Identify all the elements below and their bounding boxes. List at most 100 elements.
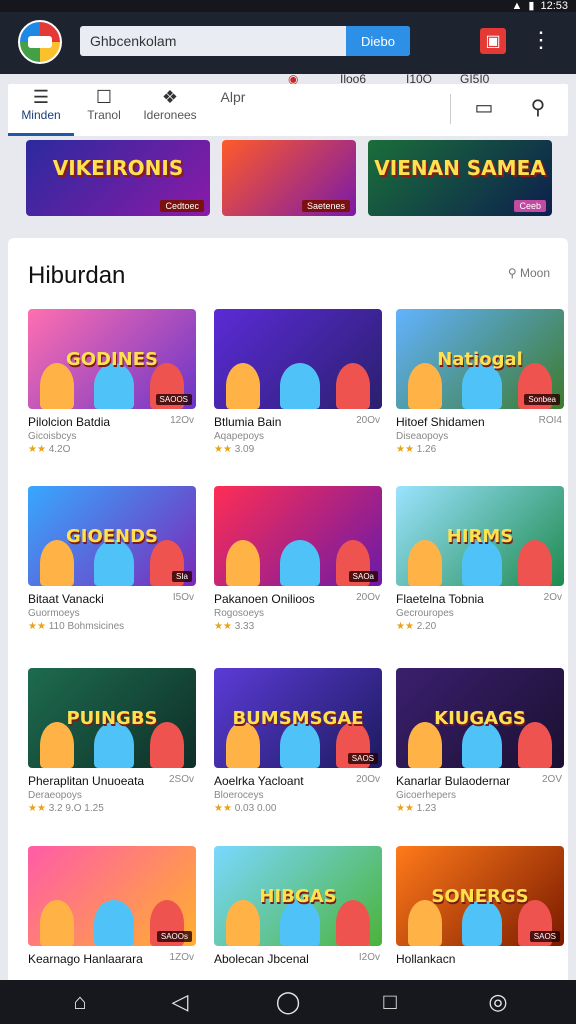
game-item[interactable]: SAOOsKearnago Hanlaarara1ZOv★★ [28,846,196,968]
thumb-tag: SAOa [348,571,378,582]
rating-value: 1.26 [416,444,437,455]
game-rating: ★★ 110 Bohmsicines [28,621,196,632]
tablet-icon[interactable]: ▭ [472,96,496,120]
game-category: Guormoeys [28,608,80,619]
game-thumbnail[interactable]: GODINES SAOOS [28,309,196,409]
game-thumbnail[interactable]: SAOa [214,486,382,586]
banner[interactable]: VIKEIRONIS Cedtoec [26,140,210,216]
game-rating: ★★ 0.03 0.00 [214,803,382,814]
game-size: 1ZOv [169,952,194,963]
game-item[interactable]: SAOa Pakanoen Onilioos 20Ov Rogosoeys ★★ 3.3… [214,486,382,632]
banner-tag: Saetenes [301,200,350,212]
star-icon: ★★ [396,803,414,814]
divider [450,94,451,124]
rating-value: 2.20 [416,621,437,632]
status-time: 12:53 [540,0,568,12]
game-rating: ★★ 1.26 [396,444,564,455]
game-thumbnail[interactable]: SONERGS SAOS [396,846,564,946]
tab-ideronees[interactable]: ❖ Ideronees [138,84,202,136]
game-thumbnail[interactable] [214,309,382,409]
search-icon[interactable]: ⚲ [526,96,550,120]
game-size: 12Ov [170,415,194,426]
rating-value: 3.33 [234,621,255,632]
game-size: 20Ov [356,592,380,603]
star-icon: ★★ [396,444,414,455]
tab-alpr[interactable]: Alpr [208,84,258,136]
thumb-title: PUINGBS [66,708,158,729]
game-category: Gecrouropes [396,608,454,619]
game-thumbnail[interactable]: HIRMS [396,486,564,586]
rating-value: 4.2O [48,444,71,455]
game-item[interactable]: Btlumia Bain 20Ov Aqapepoys ★★ 3.09 [214,309,382,455]
game-item[interactable]: HIBGASAbolecan JbcenalI2Ov★★ [214,846,382,968]
game-category: Rogosoeys [214,608,265,619]
game-thumbnail[interactable]: PUINGBS [28,668,196,768]
assistant-icon[interactable]: ◎ [484,988,512,1016]
game-thumbnail[interactable]: Natiogal Sonbea [396,309,564,409]
game-item[interactable]: GODINES SAOOS Pilolcion Batdia 12Ov Gicoisbc… [28,309,196,455]
tab-label: Alpr [220,89,246,105]
rating-value: 3.2 9.O 1.25 [48,803,104,814]
character [40,900,74,946]
game-item[interactable]: Natiogal Sonbea Hitoef Shidamen ROI4 Diseaop… [396,309,564,455]
game-category: Bloeroceys [214,790,264,801]
game-category: Gicoisbcys [28,431,77,442]
rating-value: 3.09 [234,444,255,455]
game-thumbnail[interactable]: KIUGAGS [396,668,564,768]
search-icon: ⚲ [507,266,520,280]
thumb-tag: Sonbea [524,394,560,405]
game-item[interactable]: BUMSMSGAE SAOS Aoelrka Yacloant 20Ov Bloeroc… [214,668,382,814]
thumb-tag: SAOS [529,931,560,942]
game-size: 2SOv [168,774,194,785]
cast-icon: ▣ [485,33,501,50]
battery-icon: ▮ [528,0,535,12]
game-rating: ★★ 3.2 9.O 1.25 [28,803,196,814]
game-category: Gicoerhepers [396,790,457,801]
game-item[interactable]: PUINGBS Pheraplitan Unuoeata 2SOv Deraeopoy… [28,668,196,814]
recents-icon[interactable]: □ [376,988,404,1016]
banner-strip: VIKEIRONIS Cedtoec Saetenes VIENAN SAMEA… [0,140,576,216]
star-icon: ★★ [28,444,46,455]
star-icon: ★★ [214,803,232,814]
app-bar: Diebo ▣ ⋮ [0,12,576,74]
game-thumbnail[interactable]: GIOENDS SIa [28,486,196,586]
search-input[interactable] [80,26,346,56]
thumb-tag: SAOOS [155,394,192,405]
banner-tag: Cedtoec [160,200,204,212]
game-size: I2Ov [358,952,380,963]
tab-minden[interactable]: ☰ Minden [8,84,74,136]
cast-button[interactable]: ▣ [480,28,506,54]
search-button[interactable]: Diebo [346,26,410,56]
game-item[interactable]: SONERGSSAOSHollankacn★★ [396,846,564,968]
menu-icon: ☰ [32,87,50,107]
game-thumbnail[interactable]: HIBGAS [214,846,382,946]
search-box: Diebo [80,26,410,56]
game-size: 20Ov [356,415,380,426]
tab-label: Minden [21,108,61,122]
back-icon[interactable]: ◁ [166,988,194,1016]
banner-title: VIKEIRONIS [52,156,184,180]
game-name: Hollankacn [396,952,456,966]
home-icon[interactable]: ◯ [274,988,302,1016]
system-nav-bar: ⌂ ◁ ◯ □ ◎ [0,980,576,1024]
banner-title: VIENAN SAMEA [374,156,546,180]
banner[interactable]: VIENAN SAMEA Ceeb [368,140,552,216]
game-item[interactable]: GIOENDS SIa Bitaat Vanacki I5Ov Guormoeys ★★ … [28,486,196,632]
thumb-title: GODINES [65,349,159,370]
tab-label: Tranol [87,108,121,122]
app-logo[interactable] [18,20,62,64]
game-rating: ★★ 3.33 [214,621,382,632]
banner[interactable]: Saetenes [222,140,356,216]
more-link[interactable]: ⚲ Moon [508,266,550,280]
tab-tranol[interactable]: ☐ Tranol [74,84,134,136]
game-size: I5Ov [172,592,194,603]
game-item[interactable]: KIUGAGS Kanarlar Bulaodernar 2OV Gicoerhepe… [396,668,564,814]
game-thumbnail[interactable]: SAOOs [28,846,196,946]
section-card: Hiburdan ⚲ Moon GODINES SAOOS Pilolcion Ba… [8,238,568,998]
thumb-title: GIOENDS [65,526,159,547]
more-options-icon[interactable]: ⋮ [530,26,552,56]
game-item[interactable]: HIRMS Flaetelna Tobnia 2Ov Gecrouropes ★★ 2.… [396,486,564,632]
game-thumbnail[interactable]: BUMSMSGAE SAOS [214,668,382,768]
home-app-icon[interactable]: ⌂ [66,988,94,1016]
game-rating: ★★ 4.2O [28,444,196,455]
